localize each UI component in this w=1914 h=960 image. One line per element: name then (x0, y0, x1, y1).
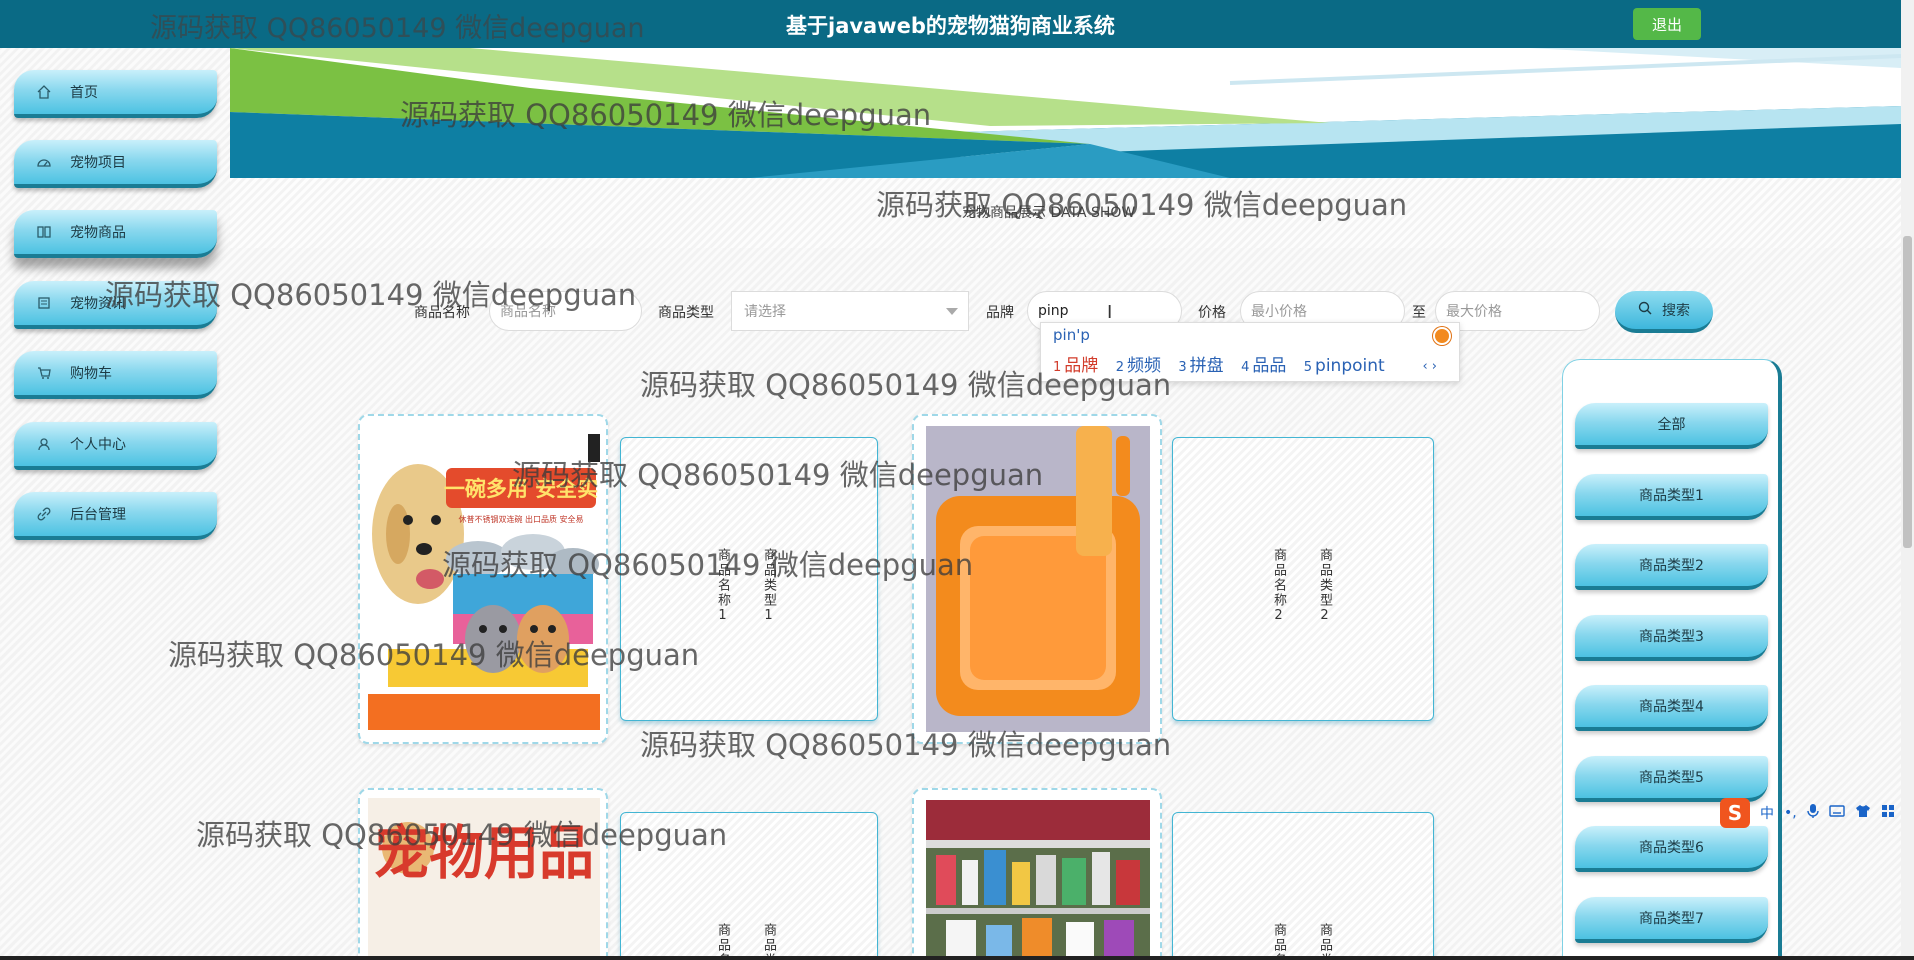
logout-button[interactable]: 退出 (1633, 8, 1701, 40)
product-name: 商品名称 (715, 923, 730, 960)
product-name-label: 商品名称 (414, 305, 470, 321)
ime-candidate[interactable]: 4 品品 (1241, 356, 1286, 376)
product-card[interactable]: 商品名称1 商品类型1 (620, 437, 878, 721)
pet-store-shelves-photo (926, 800, 1150, 960)
poster-text: 宠物用品 (374, 819, 594, 887)
chevron-down-icon (946, 308, 958, 315)
sidebar-item-profile[interactable]: 个人中心 (14, 422, 217, 470)
product-card[interactable]: 商品名称 商品类型 (620, 812, 878, 960)
sidebar-item-cart[interactable]: 购物车 (14, 351, 217, 399)
category-item[interactable]: 商品类型4 (1575, 685, 1768, 731)
product-card[interactable]: 宠物用品 (358, 788, 608, 960)
product-name: 商品名称1 (715, 548, 730, 625)
scrollbar-thumb[interactable] (1903, 236, 1912, 548)
search-icon (1638, 301, 1652, 319)
page-scrollbar[interactable] (1901, 0, 1914, 960)
news-icon (36, 295, 52, 311)
product-type: 商品类型1 (761, 548, 776, 625)
window-edge (0, 956, 1914, 960)
to-label: 至 (1412, 305, 1426, 321)
product-name: 商品名称 (1271, 923, 1286, 960)
sidebar-item-label: 个人中心 (70, 437, 126, 453)
ime-candidate-popup: pin'p 1 品牌 2 频频 3 拼盘 4 品品 5 pinpoint ‹ › (1040, 322, 1460, 382)
sidebar-item-admin[interactable]: 后台管理 (14, 492, 217, 540)
skin-shirt-icon[interactable] (1855, 804, 1871, 822)
microphone-icon[interactable] (1807, 803, 1819, 823)
dashboard-icon (36, 154, 52, 170)
brand-label: 品牌 (986, 305, 1014, 321)
link-icon (36, 506, 52, 522)
product-card[interactable]: 一碗多用 安全实 休普不锈钢双连碗 出口品质 安全易 (358, 414, 608, 744)
ime-toolbar[interactable]: S 中 •, (1720, 798, 1914, 828)
top-header: 源码获取 QQ86050149 微信deepguan 基于javaweb的宠物猫… (0, 0, 1914, 48)
punctuation-icon[interactable]: •, (1784, 805, 1797, 821)
banner-text: 一碗多用 安全实 (444, 477, 598, 501)
product-name: 商品名称2 (1271, 548, 1286, 625)
search-button[interactable]: 搜索 (1615, 291, 1713, 333)
category-item[interactable]: 商品类型7 (1575, 897, 1768, 943)
ime-mode-label[interactable]: 中 (1760, 803, 1774, 823)
sogou-logo-icon: S (1720, 798, 1750, 828)
product-type: 商品类型 (761, 923, 776, 960)
sidebar-item-pet-products[interactable]: 宠物商品 (14, 210, 217, 258)
text-cursor-icon: I (1107, 302, 1113, 323)
category-item[interactable]: 商品类型1 (1575, 474, 1768, 520)
category-item[interactable]: 商品类型6 (1575, 826, 1768, 872)
sidebar-item-label: 宠物商品 (70, 225, 126, 241)
banner-subtext: 休普不锈钢双连碗 出口品质 安全易 (458, 514, 583, 524)
toolbox-icon[interactable] (1881, 804, 1895, 822)
product-card[interactable]: 商品名称2 商品类型2 (1172, 437, 1434, 721)
product-type: 商品类型 (1317, 923, 1332, 960)
watermark-text: 源码获取 QQ86050149 微信deepguan (150, 13, 645, 44)
ime-candidate-list: 1 品牌 2 频频 3 拼盘 4 品品 5 pinpoint (1053, 351, 1397, 376)
sidebar-item-label: 首页 (70, 85, 98, 101)
ime-pager-icon[interactable]: ‹ › (1422, 359, 1437, 374)
category-item[interactable]: 商品类型3 (1575, 615, 1768, 661)
keyboard-icon[interactable] (1829, 805, 1845, 821)
sidebar-item-pet-news[interactable]: 宠物资讯 (14, 281, 217, 329)
sidebar-item-label: 后台管理 (70, 507, 126, 523)
ime-candidate[interactable]: 2 频频 (1116, 356, 1161, 376)
cat-litter-box-photo (926, 426, 1150, 732)
cart-icon (36, 365, 52, 381)
category-item[interactable]: 商品类型5 (1575, 756, 1768, 802)
pet-supplies-poster: 宠物用品 (368, 798, 600, 960)
product-type: 商品类型2 (1317, 548, 1332, 625)
category-all[interactable]: 全部 (1575, 403, 1768, 449)
banner-image (230, 48, 1901, 178)
product-card[interactable] (912, 414, 1162, 744)
search-button-label: 搜索 (1662, 303, 1690, 319)
ime-candidate[interactable]: 1 品牌 (1053, 356, 1098, 376)
ime-candidate[interactable]: 5 pinpoint (1304, 356, 1385, 376)
ime-skin-icon[interactable] (1433, 327, 1451, 345)
price-label: 价格 (1198, 305, 1226, 321)
sidebar-item-home[interactable]: 首页 (14, 70, 217, 118)
category-item[interactable]: 商品类型2 (1575, 544, 1768, 590)
product-type-label: 商品类型 (658, 305, 714, 321)
sidebar-item-label: 购物车 (70, 366, 112, 382)
ime-composition: pin'p (1053, 326, 1090, 344)
sidebar-item-pet-projects[interactable]: 宠物项目 (14, 140, 217, 188)
sidebar-item-label: 宠物项目 (70, 155, 126, 171)
sidebar-item-label: 宠物资讯 (70, 296, 126, 312)
user-icon (36, 436, 52, 452)
section-title: 宠物商品展示 DATA SHOW (962, 205, 1136, 221)
product-type-select-value: 请选择 (744, 304, 786, 320)
product-type-select[interactable]: 请选择 (731, 291, 969, 331)
dog-bowls-photo: 一碗多用 安全实 休普不锈钢双连碗 出口品质 安全易 (368, 424, 602, 730)
ime-candidate[interactable]: 3 拼盘 (1178, 356, 1223, 376)
home-icon (36, 84, 52, 100)
system-title: 基于javaweb的宠物猫狗商业系统 (786, 14, 1115, 38)
product-card[interactable] (912, 788, 1162, 960)
sidebar: 首页 宠物项目 宠物商品 宠物资讯 购物车 个人中心 后台管理 (0, 48, 230, 960)
product-card[interactable]: 商品名称 商品类型 (1172, 812, 1434, 960)
columns-icon (36, 224, 52, 240)
product-name-input[interactable]: 商品名称 (489, 291, 642, 331)
